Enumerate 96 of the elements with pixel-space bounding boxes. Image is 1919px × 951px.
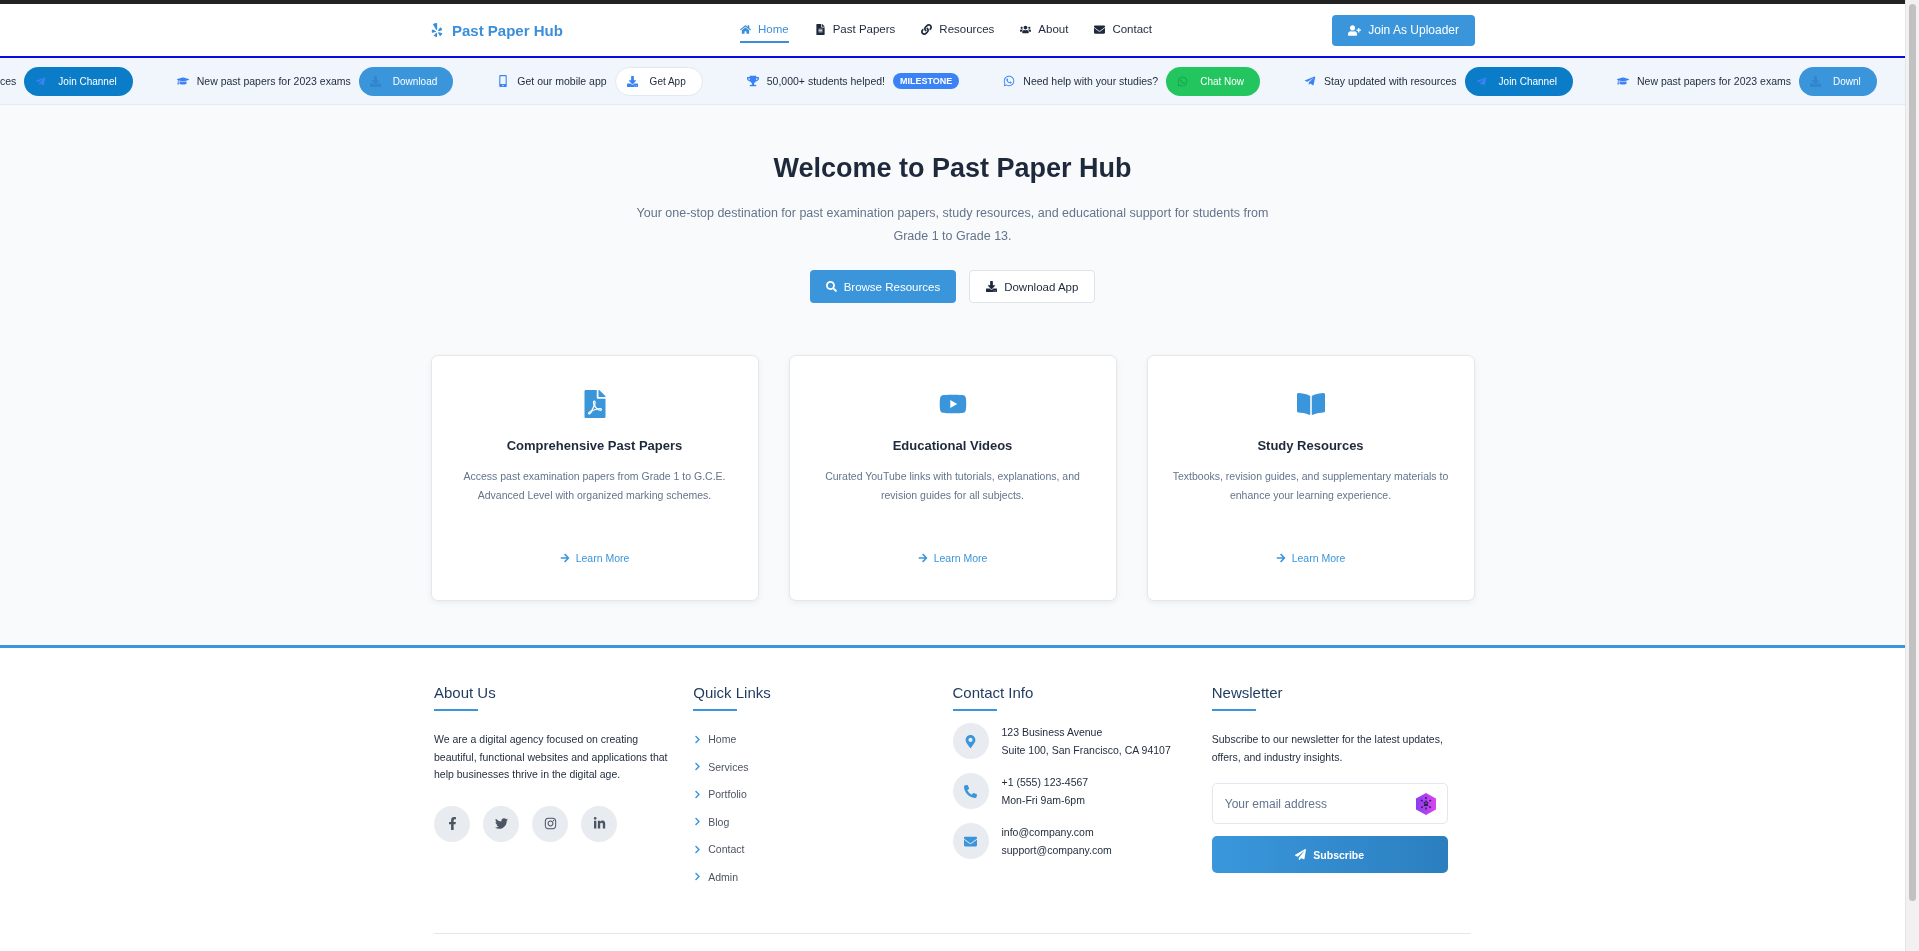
nav-link[interactable]: About (1020, 17, 1069, 43)
ticker-button[interactable]: Download (358, 66, 454, 96)
browse-button[interactable]: Browse Resources (809, 270, 957, 303)
paper-plane-icon (35, 75, 47, 87)
contact-text: Mon-Fri 9am-6pm (1001, 792, 1086, 808)
scrollbar[interactable] (1905, 0, 1919, 951)
social-button[interactable] (581, 805, 617, 842)
learn-more-link[interactable]: Learn More (559, 552, 630, 564)
chat-icon (1003, 75, 1016, 87)
ticker-text: ces (0, 75, 17, 87)
paper-plane-icon (1475, 75, 1487, 87)
card-title: Comprehensive Past Papers (506, 438, 683, 453)
link-icon (921, 23, 933, 35)
graduation-cap-icon (176, 75, 189, 87)
subscribe-button[interactable]: Subscribe (1211, 836, 1448, 873)
ticker-button[interactable]: Join Channel (1464, 66, 1573, 96)
footer-heading: Newsletter (1211, 684, 1284, 701)
milestone-badge: MILESTONE (893, 73, 960, 89)
contact-text: 123 Business Avenue (1001, 725, 1104, 740)
map-pin-icon (952, 723, 989, 759)
search-icon (825, 281, 837, 292)
envelope-icon (952, 823, 989, 859)
contact-text: +1 (555) 123-4567 (1001, 775, 1089, 790)
hero-subtitle: Your one-stop destination for past examination papers, study resources, and educational support for students from Grade 1 to Grade 13. (635, 205, 1270, 245)
ticker-text: Need help with your studies? (1023, 75, 1159, 87)
email-field[interactable]: Your email address (1211, 783, 1448, 824)
card-title: Educational Videos (892, 438, 1013, 453)
logo-icon (430, 23, 444, 37)
ticker-button[interactable]: Get App (614, 66, 703, 96)
trophy-icon (746, 75, 759, 87)
ticker-button[interactable]: Join Channel (24, 66, 133, 96)
hexagon-icon (1415, 793, 1436, 815)
chevron-icon (693, 762, 703, 772)
chevron-icon (693, 817, 703, 827)
learn-more-link[interactable]: Learn More (917, 552, 988, 564)
download-icon (986, 281, 998, 292)
chevron-icon (693, 872, 703, 882)
ticker-button[interactable]: Downl (1799, 66, 1877, 96)
footer-link[interactable]: Blog (693, 813, 953, 830)
learn-more-link[interactable]: Learn More (1275, 552, 1346, 564)
open-book-icon (1296, 390, 1325, 418)
footer-heading: Quick Links (693, 684, 772, 701)
ticker-text: New past papers for 2023 exams (196, 75, 351, 87)
chat-icon (1177, 75, 1189, 87)
nav-link[interactable]: Past Papers (814, 17, 896, 43)
arrow-icon (1275, 553, 1286, 563)
arrow-icon (917, 553, 928, 563)
linkedin-icon (592, 817, 606, 830)
twitter-icon (494, 817, 508, 830)
footer-link[interactable]: Portfolio (693, 786, 953, 803)
envelope-icon (1094, 23, 1106, 35)
ticker-button[interactable]: Chat Now (1166, 66, 1261, 96)
card-text: Textbooks, revision guides, and supplementary materials to enhance your learning experience. (1171, 469, 1450, 503)
nav-link[interactable]: Resources (921, 17, 995, 43)
social-button[interactable] (483, 805, 519, 842)
join-uploader-button[interactable]: Join As Uploader (1332, 14, 1475, 46)
card-title: Study Resources (1257, 438, 1364, 453)
user-plus-icon (1348, 23, 1362, 37)
about-text: We are a digital agency focused on creating beautiful, functional websites and applications that help businesses thrive in the digital age. (434, 732, 669, 782)
ticker-text: New past papers for 2023 exams (1636, 75, 1792, 87)
site-logo[interactable]: Past Paper Hub (430, 21, 740, 39)
ticker-text: 50,000+ students helped! (766, 75, 885, 87)
document-icon (814, 23, 826, 35)
footer-link[interactable]: Home (693, 731, 953, 748)
footer-link[interactable]: Contact (693, 841, 953, 858)
footer-link[interactable]: Admin (693, 868, 953, 885)
nav-link[interactable]: Home (740, 17, 789, 43)
footer-heading: About Us (434, 684, 497, 701)
chevron-icon (693, 789, 703, 799)
paper-plane-icon (1304, 75, 1317, 87)
phone-icon (952, 773, 989, 809)
contact-text: info@company.com (1001, 825, 1095, 840)
card-text: Curated YouTube links with tutorials, explanations, and revision guides for all subjects. (824, 469, 1081, 503)
arrow-icon (559, 553, 570, 563)
graduation-cap-icon (1616, 75, 1629, 87)
paper-plane-icon (1295, 849, 1307, 860)
newsletter-text: Subscribe to our newsletter for the latest updates, offers, and industry insights. (1211, 732, 1444, 765)
contact-text: Suite 100, San Francisco, CA 94107 (1001, 742, 1171, 758)
card-text: Access past examination papers from Grade 1 to G.C.E. Advanced Level with organized marking schemes. (462, 469, 727, 503)
phone-icon (497, 75, 510, 87)
home-icon (740, 23, 751, 35)
instagram-icon (543, 817, 557, 830)
contact-text: support@company.com (1001, 842, 1112, 858)
download-icon (626, 75, 638, 87)
social-button[interactable] (434, 805, 470, 842)
hero-title: Welcome to Past Paper Hub (773, 153, 1132, 184)
chevron-icon (693, 844, 703, 854)
ticker-text: Get our mobile app (517, 75, 607, 87)
chevron-icon (693, 734, 703, 744)
ticker-text: Stay updated with resources (1324, 75, 1457, 87)
nav-link[interactable]: Contact (1094, 17, 1152, 43)
users-icon (1020, 23, 1032, 35)
download-app-button[interactable]: Download App (969, 270, 1096, 303)
social-button[interactable] (532, 805, 568, 842)
footer-heading: Contact Info (952, 684, 1035, 701)
footer-link[interactable]: Services (693, 758, 953, 775)
